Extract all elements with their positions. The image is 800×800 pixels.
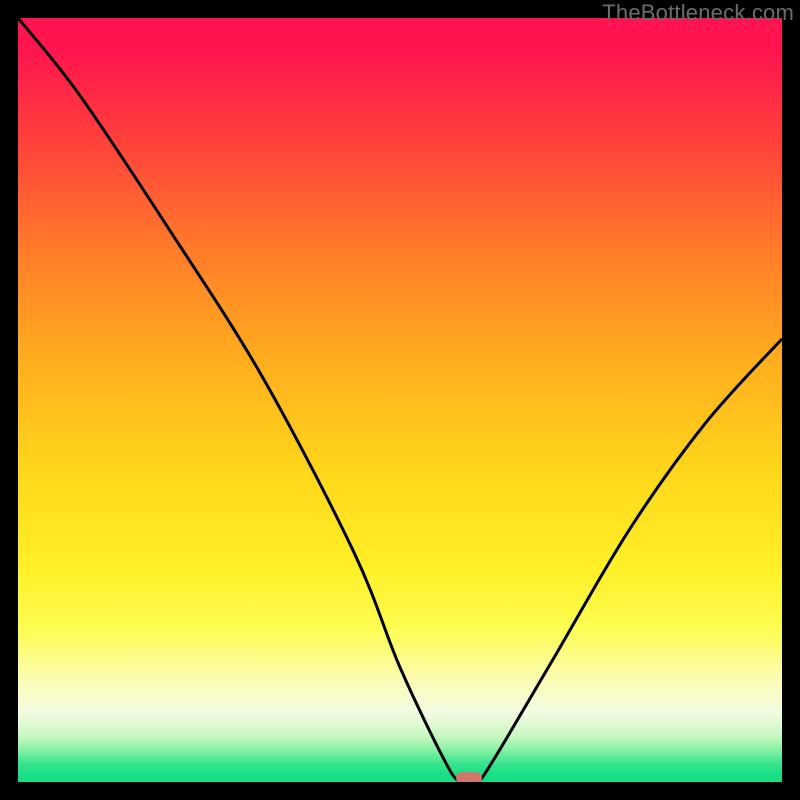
watermark-text: TheBottleneck.com	[602, 0, 794, 26]
optimal-point-marker	[456, 772, 482, 782]
chart-frame: TheBottleneck.com	[0, 0, 800, 800]
bottleneck-curve	[18, 18, 782, 782]
plot-area	[18, 18, 782, 782]
